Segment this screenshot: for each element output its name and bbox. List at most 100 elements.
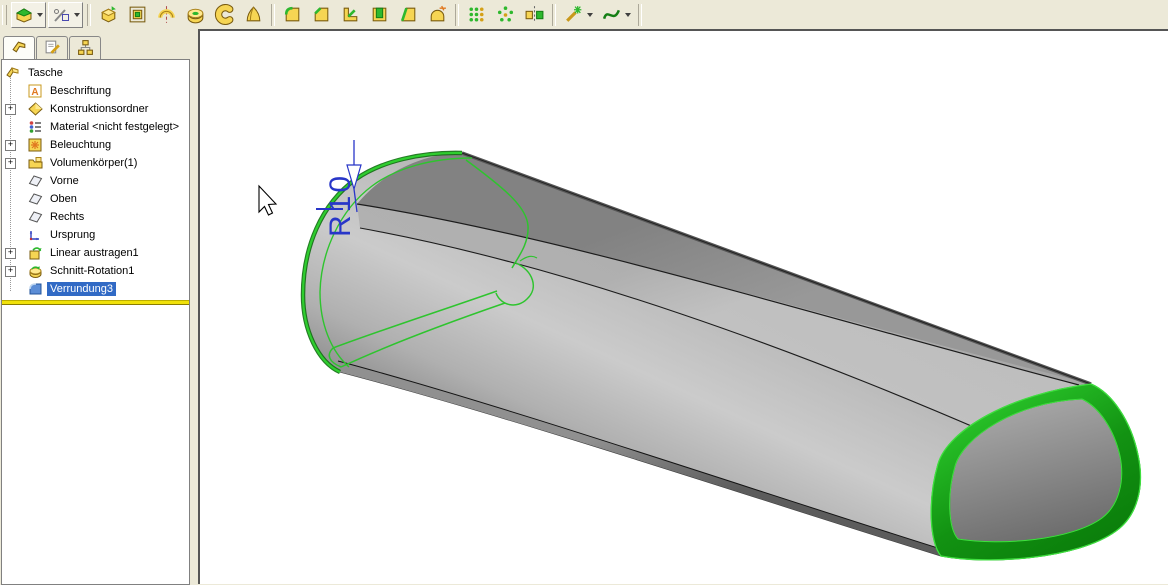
shell-button[interactable] <box>366 2 393 28</box>
toolbar-separator <box>87 3 91 26</box>
revolve-cut-feature-icon <box>28 264 43 278</box>
tree-item-beschriftung[interactable]: A Beschriftung <box>2 82 189 100</box>
expand-toggle[interactable]: + <box>5 104 16 115</box>
feature-tree: Tasche A Beschriftung + Konstruktionsord… <box>1 59 190 585</box>
dome-button[interactable] <box>424 2 451 28</box>
toolbar-separator <box>455 3 459 26</box>
model-canvas[interactable]: R10 <box>200 31 1168 584</box>
sketch-flyout-button[interactable] <box>48 1 83 28</box>
expand-toggle[interactable]: + <box>5 266 16 277</box>
tree-item-volumenkoerper[interactable]: + Volumenkörper(1) <box>2 154 189 172</box>
tree-item-label: Beschriftung <box>50 85 112 97</box>
lofted-icon <box>243 4 264 25</box>
propertymanager-tab[interactable] <box>36 36 68 60</box>
mirror-icon <box>524 4 545 25</box>
dome-icon <box>427 4 448 25</box>
extruded-boss-button[interactable] <box>95 2 122 28</box>
chevron-down-icon <box>74 12 80 17</box>
configurationmanager-tab[interactable] <box>69 36 101 60</box>
curves-button[interactable] <box>598 2 634 28</box>
toolbar-separator <box>271 3 275 26</box>
revolved-cut-icon <box>185 4 206 25</box>
curves-icon <box>601 4 622 25</box>
propertymanager-tab-icon <box>44 39 61 59</box>
swept-button[interactable] <box>211 2 238 28</box>
revolved-boss-icon <box>156 4 177 25</box>
tree-item-label: Schnitt-Rotation1 <box>50 265 135 277</box>
draft-button[interactable] <box>395 2 422 28</box>
extrude-feature-icon <box>28 246 43 260</box>
material-icon <box>28 120 43 134</box>
solid-bodies-folder-icon <box>28 156 43 170</box>
dimension-label: R10 <box>324 173 357 237</box>
rib-button[interactable] <box>337 2 364 28</box>
annotation-icon: A <box>28 84 43 98</box>
tree-item-verrundung3[interactable]: Verrundung3 <box>2 280 189 298</box>
tree-item-vorne[interactable]: Vorne <box>2 172 189 190</box>
circular-pattern-icon <box>495 4 516 25</box>
feature-manager-panel: Tasche A Beschriftung + Konstruktionsord… <box>0 29 198 585</box>
linear-pattern-icon <box>466 4 487 25</box>
tree-item-label: Ursprung <box>50 229 96 241</box>
features-flyout-button[interactable] <box>11 1 46 28</box>
fillet-icon <box>282 4 303 25</box>
linear-pattern-button[interactable] <box>463 2 490 28</box>
fillet-feature-icon <box>28 282 43 296</box>
tree-item-label: Oben <box>50 193 77 205</box>
hole-wizard-icon <box>563 4 584 25</box>
featuremanager-tab[interactable] <box>3 36 35 61</box>
expand-toggle[interactable]: + <box>5 248 16 259</box>
mirror-button[interactable] <box>521 2 548 28</box>
mouse-cursor <box>258 184 278 216</box>
panel-splitter[interactable] <box>190 29 196 584</box>
fillet-button[interactable] <box>279 2 306 28</box>
tree-item-oben[interactable]: Oben <box>2 190 189 208</box>
plane-icon <box>28 174 43 188</box>
tree-item-konstruktionsordner[interactable]: + Konstruktionsordner <box>2 100 189 118</box>
tree-item-label: Konstruktionsordner <box>50 103 149 115</box>
toolbar-grip[interactable] <box>2 4 7 25</box>
tree-item-linear-austragen1[interactable]: + Linear austragen1 <box>2 244 189 262</box>
tree-item-root[interactable]: Tasche <box>2 64 189 82</box>
chamfer-button[interactable] <box>308 2 335 28</box>
extruded-boss-icon <box>98 4 119 25</box>
circular-pattern-button[interactable] <box>492 2 519 28</box>
tree-item-rechts[interactable]: Rechts <box>2 208 189 226</box>
tree-item-label: Linear austragen1 <box>50 247 139 259</box>
extruded-cut-icon <box>127 4 148 25</box>
features-toolbar <box>0 0 1168 30</box>
tree-item-ursprung[interactable]: Ursprung <box>2 226 189 244</box>
hole-wizard-button[interactable] <box>560 2 596 28</box>
plane-icon <box>28 210 43 224</box>
extruded-cut-button[interactable] <box>124 2 151 28</box>
revolved-boss-button[interactable] <box>153 2 180 28</box>
toolbar-separator <box>638 3 642 26</box>
tree-item-label: Rechts <box>50 211 85 223</box>
revolved-cut-button[interactable] <box>182 2 209 28</box>
sketch-flyout-icon <box>51 5 71 25</box>
toolbar-separator <box>552 3 556 26</box>
swept-icon <box>214 4 235 25</box>
tree-item-schnitt-rotation1[interactable]: + Schnitt-Rotation1 <box>2 262 189 280</box>
tree-item-label: Volumenkörper(1) <box>50 157 138 169</box>
lofted-button[interactable] <box>240 2 267 28</box>
rib-icon <box>340 4 361 25</box>
part-icon <box>6 66 21 80</box>
draft-icon <box>398 4 419 25</box>
featuremanager-tab-icon <box>11 39 28 59</box>
configurationmanager-tab-icon <box>77 39 94 59</box>
tree-item-label: Tasche <box>28 67 63 79</box>
tree-item-beleuchtung[interactable]: + Beleuchtung <box>2 136 189 154</box>
tree-item-material[interactable]: Material <nicht festgelegt> <box>2 118 189 136</box>
expand-toggle[interactable]: + <box>5 158 16 169</box>
shell-icon <box>369 4 390 25</box>
chevron-down-icon <box>625 12 631 17</box>
chamfer-icon <box>311 4 332 25</box>
chevron-down-icon <box>37 12 43 17</box>
expand-toggle[interactable]: + <box>5 140 16 151</box>
graphics-viewport[interactable]: R10 <box>198 29 1168 584</box>
rollback-bar[interactable] <box>2 300 189 305</box>
tree-item-label: Verrundung3 <box>47 282 116 296</box>
chevron-down-icon <box>587 12 593 17</box>
lighting-icon <box>28 138 43 152</box>
